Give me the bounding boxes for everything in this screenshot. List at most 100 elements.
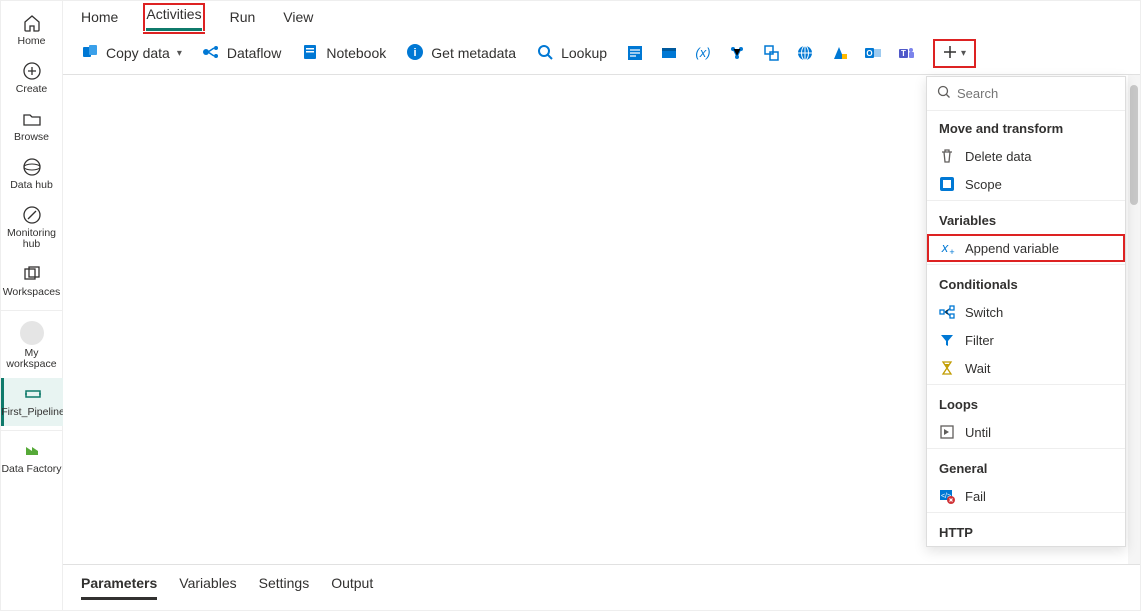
button-label: Lookup: [561, 45, 607, 61]
activity-switch[interactable]: Switch: [927, 298, 1125, 326]
section-variables: Variables: [927, 203, 1125, 234]
bottom-tabs: Parameters Variables Settings Output: [63, 564, 1140, 610]
filter-icon: [939, 332, 955, 348]
fail-icon: </>: [939, 488, 955, 504]
nav-browse[interactable]: Browse: [1, 103, 63, 151]
activity-fail[interactable]: </> Fail: [927, 482, 1125, 510]
nav-create[interactable]: Create: [1, 55, 63, 103]
lookup-button[interactable]: Lookup: [528, 39, 615, 68]
activity-scope[interactable]: Scope: [927, 170, 1125, 198]
until-icon: [939, 424, 955, 440]
scrollbar-thumb[interactable]: [1130, 85, 1138, 205]
toolbar-icon-group: (x) O T: [625, 43, 917, 63]
teams-icon[interactable]: T: [897, 43, 917, 63]
activity-until[interactable]: Until: [927, 418, 1125, 446]
tab-run[interactable]: Run: [230, 9, 256, 31]
ribbon-tabs: Home Activities Run View: [63, 1, 1140, 31]
folder-icon: [22, 109, 42, 129]
nav-label: Home: [17, 36, 45, 47]
copy-data-icon: [81, 43, 99, 64]
nav-label: Data Factory: [1, 464, 61, 475]
workspace-avatar-icon: [20, 321, 44, 345]
data-hub-icon: [22, 157, 42, 177]
row-label: Scope: [965, 177, 1002, 192]
section-general: General: [927, 451, 1125, 482]
button-label: Get metadata: [431, 45, 516, 61]
nav-label: Monitoring hub: [1, 228, 63, 250]
activity-append-variable[interactable]: x+ Append variable: [927, 234, 1125, 262]
procedure-icon[interactable]: [761, 43, 781, 63]
dataflow-button[interactable]: Dataflow: [194, 39, 289, 68]
nav-label: Workspaces: [3, 287, 61, 298]
svg-text:+: +: [949, 247, 954, 257]
tab-activities[interactable]: Activities: [146, 6, 201, 31]
web-icon[interactable]: [795, 43, 815, 63]
bottom-tab-settings[interactable]: Settings: [259, 575, 310, 600]
chevron-down-icon: ▾: [177, 48, 182, 59]
row-label: Append variable: [965, 241, 1059, 256]
divider: [1, 430, 62, 431]
plus-icon: [943, 45, 957, 62]
panel-search[interactable]: [927, 77, 1125, 111]
switch-icon: [939, 304, 955, 320]
row-label: Wait: [965, 361, 991, 376]
svg-text:i: i: [414, 47, 417, 59]
home-icon: [22, 13, 42, 33]
variable-plus-icon: x+: [939, 240, 955, 256]
dataflow-icon: [202, 43, 220, 64]
scrollbar-track[interactable]: [1128, 75, 1140, 564]
copy-data-button[interactable]: Copy data ▾: [73, 39, 190, 68]
search-icon: [536, 43, 554, 64]
spark-job-icon[interactable]: [659, 43, 679, 63]
add-activity-button[interactable]: ▾: [933, 39, 976, 68]
nav-data-hub[interactable]: Data hub: [1, 151, 63, 199]
left-nav: Home Create Browse Data hub Monitoring h…: [1, 1, 63, 610]
nav-monitoring-hub[interactable]: Monitoring hub: [1, 199, 63, 258]
panel-search-input[interactable]: [957, 86, 1126, 101]
row-label: Delete data: [965, 149, 1032, 164]
nav-workspaces[interactable]: Workspaces: [1, 258, 63, 306]
ml-icon[interactable]: [727, 43, 747, 63]
svg-text:x: x: [941, 240, 949, 255]
trash-icon: [939, 148, 955, 164]
nav-label: First_Pipeline: [1, 407, 65, 418]
section-conditionals: Conditionals: [927, 267, 1125, 298]
bottom-tab-parameters[interactable]: Parameters: [81, 575, 157, 600]
bottom-tab-variables[interactable]: Variables: [179, 575, 236, 600]
outlook-icon[interactable]: O: [863, 43, 883, 63]
activity-filter[interactable]: Filter: [927, 326, 1125, 354]
divider: [1, 310, 62, 311]
nav-pipeline[interactable]: First_Pipeline: [1, 378, 63, 426]
row-label: Switch: [965, 305, 1003, 320]
section-http: HTTP: [927, 515, 1125, 546]
info-icon: i: [406, 43, 424, 64]
chevron-down-icon: ▾: [961, 48, 966, 59]
hourglass-icon: [939, 360, 955, 376]
row-label: Until: [965, 425, 991, 440]
workspaces-icon: [22, 264, 42, 284]
svg-text:(x): (x): [695, 45, 710, 60]
svg-text:T: T: [901, 49, 906, 58]
variable-icon[interactable]: (x): [693, 43, 713, 63]
section-move-transform: Move and transform: [927, 111, 1125, 142]
nav-label: Data hub: [10, 180, 53, 191]
section-loops: Loops: [927, 387, 1125, 418]
scope-icon: [939, 176, 955, 192]
row-label: Fail: [965, 489, 986, 504]
notebook-button[interactable]: Notebook: [293, 39, 394, 68]
activity-delete-data[interactable]: Delete data: [927, 142, 1125, 170]
nav-product[interactable]: Data Factory: [1, 435, 63, 483]
nav-label: Create: [16, 84, 48, 95]
pipeline-icon: [23, 384, 43, 404]
tab-view[interactable]: View: [283, 9, 313, 31]
activity-wait[interactable]: Wait: [927, 354, 1125, 382]
script-icon[interactable]: [625, 43, 645, 63]
nav-label: My workspace: [1, 348, 63, 370]
azure-icon[interactable]: [829, 43, 849, 63]
tab-home[interactable]: Home: [81, 9, 118, 31]
bottom-tab-output[interactable]: Output: [331, 575, 373, 600]
get-metadata-button[interactable]: i Get metadata: [398, 39, 524, 68]
nav-my-workspace[interactable]: My workspace: [1, 315, 63, 378]
nav-home[interactable]: Home: [1, 7, 63, 55]
button-label: Notebook: [326, 45, 386, 61]
